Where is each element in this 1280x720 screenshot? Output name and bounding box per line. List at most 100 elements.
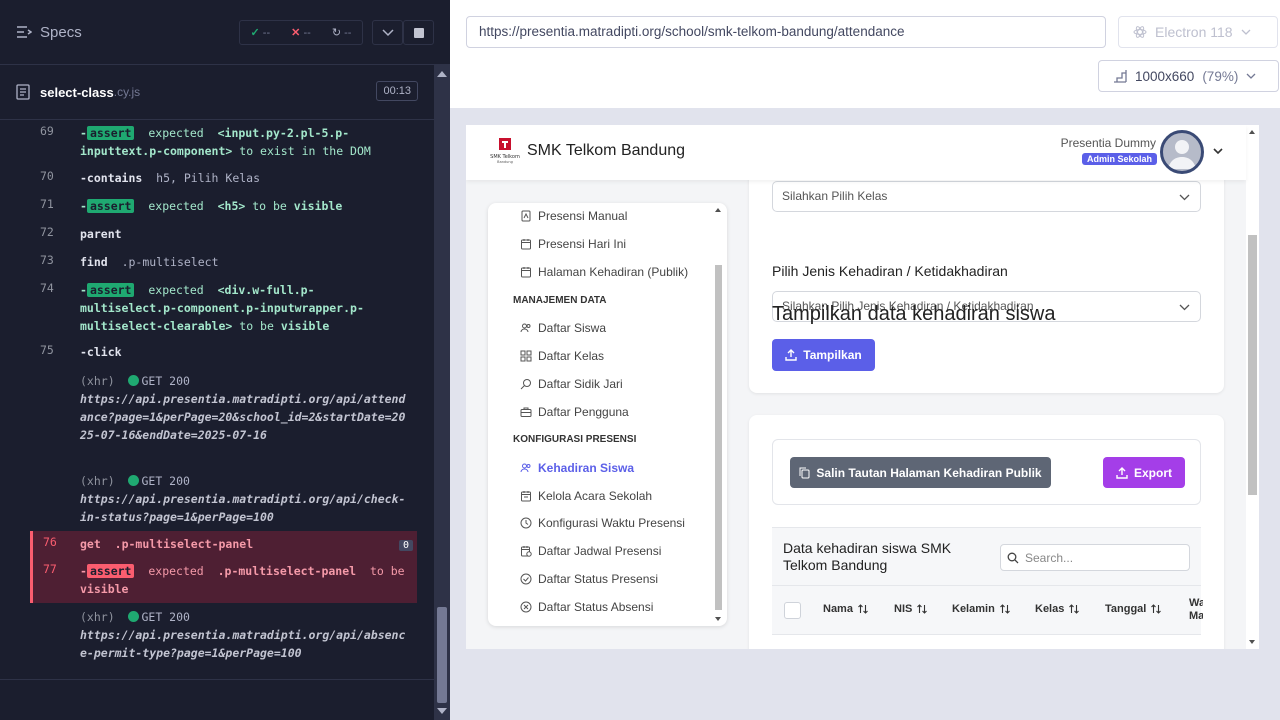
reporter-footer — [0, 679, 434, 720]
sort-icon — [858, 604, 868, 614]
pending-stat: ↻ -- — [331, 27, 352, 39]
attendance-table-card: Salin Tautan Halaman Kehadiran Publik Ex… — [749, 415, 1224, 649]
page-scrollbar[interactable] — [1246, 125, 1259, 649]
spec-name: select-class — [40, 84, 114, 100]
school-name: SMK Telkom Bandung — [527, 142, 686, 159]
search-input[interactable]: Search... — [1000, 544, 1190, 571]
command-row[interactable]: 76 get .p-multiselect-panel 0 — [33, 535, 417, 555]
command-row[interactable]: 74 - assert expected <div.w-full.p-multis… — [30, 281, 417, 337]
sidebar-item-daftar-status-absensi[interactable]: Daftar Status Absensi — [520, 600, 653, 614]
scroll-down-arrow[interactable] — [1249, 640, 1255, 644]
failed-command-group[interactable]: 76 get .p-multiselect-panel 0 77 - assert… — [30, 531, 417, 603]
svg-text:Bandung: Bandung — [497, 160, 513, 164]
sidebar-item-daftar-status-presensi[interactable]: Daftar Status Presensi — [520, 572, 658, 586]
calendar-icon — [521, 267, 531, 278]
sidebar-scrollbar[interactable] — [713, 203, 723, 626]
scroll-down-arrow[interactable] — [437, 708, 447, 714]
specs-button[interactable]: Specs — [16, 24, 82, 41]
specs-label: Specs — [40, 23, 82, 41]
sidebar-item-daftar-jadwal[interactable]: Daftar Jadwal Presensi — [520, 544, 661, 558]
sidebar-item-daftar-siswa[interactable]: Daftar Siswa — [520, 321, 606, 335]
sidebar-item-daftar-kelas[interactable]: Daftar Kelas — [520, 349, 604, 363]
command-row[interactable]: 71 - assert expected <h5> to be visible — [30, 197, 417, 217]
command-row[interactable]: 73 find .p-multiselect — [30, 253, 417, 273]
scroll-down-arrow[interactable] — [715, 617, 721, 621]
select-all-checkbox[interactable] — [784, 602, 801, 619]
reporter-scrollbar[interactable] — [434, 65, 450, 720]
chevron-down-icon[interactable] — [1212, 145, 1224, 157]
status-ok-icon — [128, 475, 140, 486]
xhr-row[interactable]: (xhr) GET 200 https://api.presentia.matra… — [30, 472, 417, 526]
sidebar-item-daftar-pengguna[interactable]: Daftar Pengguna — [520, 405, 629, 419]
scroll-up-arrow[interactable] — [437, 71, 447, 77]
scroll-thumb[interactable] — [1248, 235, 1257, 495]
column-tanggal[interactable]: Tanggal — [1105, 603, 1162, 615]
show-button[interactable]: Tampilkan — [772, 339, 875, 371]
column-waktu-masuk[interactable]: Wa Ma — [1189, 597, 1203, 623]
status-ok-icon — [128, 375, 140, 386]
cypress-reporter: Specs ✓ -- ✕ -- ↻ -- select-class .cy.js… — [0, 0, 450, 720]
spec-file-row[interactable]: select-class .cy.js 00:13 — [0, 65, 450, 120]
sidebar-item-kehadiran-siswa[interactable]: Kehadiran Siswa — [520, 461, 634, 475]
table-columns: Nama NIS Kelamin Kelas Tanggal Wa Ma — [772, 585, 1203, 635]
sidebar: Presensi Manual Presensi Hari Ini Halama… — [488, 203, 727, 626]
clock-icon — [520, 517, 532, 529]
toggle-auto-scroll-button[interactable] — [372, 20, 403, 45]
table-title: Data kehadiran siswa SMK Telkom Bandung — [783, 540, 952, 573]
role-badge: Admin Sekolah — [1081, 153, 1157, 165]
electron-icon — [1133, 26, 1147, 38]
scroll-up-arrow[interactable] — [715, 208, 721, 212]
attendance-type-label: Pilih Jenis Kehadiran / Ketidakhadiran — [772, 263, 1008, 279]
scroll-thumb[interactable] — [437, 607, 447, 703]
test-stats: ✓ -- ✕ -- ↻ -- — [239, 20, 363, 45]
browser-selector[interactable]: Electron 118 — [1118, 16, 1278, 48]
calendar-icon — [521, 491, 531, 502]
column-kelas[interactable]: Kelas — [1035, 603, 1080, 615]
app-under-test: SMK Telkom Bandung SMK Telkom Bandung Pr… — [466, 125, 1259, 649]
avatar[interactable] — [1160, 130, 1204, 174]
file-icon — [16, 84, 30, 100]
class-select[interactable]: Silahkan Pilih Kelas — [772, 181, 1201, 212]
calendar-icon — [521, 239, 531, 250]
command-row[interactable]: 72 parent — [30, 225, 417, 245]
column-nama[interactable]: Nama — [823, 603, 869, 615]
command-row[interactable]: 70 -contains h5, Pilih Kelas — [30, 169, 417, 189]
users-icon — [520, 463, 531, 473]
xhr-row[interactable]: (xhr) GET 200 https://api.presentia.matra… — [30, 372, 417, 462]
scroll-up-arrow[interactable] — [1249, 130, 1255, 134]
element-count-badge: 0 — [398, 540, 413, 551]
export-button[interactable]: Export — [1103, 457, 1185, 488]
specs-list-icon — [17, 26, 32, 38]
sidebar-item-halaman-kehadiran[interactable]: Halaman Kehadiran (Publik) — [520, 265, 688, 279]
column-kelamin[interactable]: Kelamin — [952, 603, 1011, 615]
sidebar-item-daftar-sidik-jari[interactable]: Daftar Sidik Jari — [520, 377, 623, 391]
aut-url[interactable]: https://presentia.matradipti.org/school/… — [466, 16, 1106, 48]
scroll-thumb[interactable] — [715, 265, 722, 610]
command-row[interactable]: 69 - assert expected <input.py-2.pl-5.p-i… — [30, 124, 417, 164]
assert-badge: assert — [86, 283, 135, 297]
upload-icon — [785, 349, 797, 361]
chevron-down-icon — [381, 28, 394, 36]
stop-button[interactable] — [403, 20, 434, 45]
column-nis[interactable]: NIS — [894, 603, 928, 615]
filter-card: Silahkan Pilih Kelas Pilih Jenis Kehadir… — [749, 165, 1224, 393]
users-icon — [520, 323, 531, 333]
command-row[interactable]: 77 - assert expected .p-multiselect-panel… — [33, 562, 417, 602]
sidebar-item-konfigurasi-waktu[interactable]: Konfigurasi Waktu Presensi — [520, 516, 685, 530]
file-icon — [521, 210, 531, 222]
calendar-clock-icon — [521, 546, 532, 557]
viewport-icon — [1114, 70, 1127, 83]
check-circle-icon — [520, 573, 532, 585]
copy-public-link-button[interactable]: Salin Tautan Halaman Kehadiran Publik — [790, 457, 1051, 488]
sidebar-item-presensi-manual[interactable]: Presensi Manual — [520, 209, 627, 223]
sort-icon — [917, 604, 928, 614]
assert-badge: assert — [86, 126, 135, 140]
sidebar-item-presensi-hari-ini[interactable]: Presensi Hari Ini — [520, 237, 626, 251]
sidebar-heading-manajemen: MANAJEMEN DATA — [513, 295, 607, 306]
viewport-info[interactable]: 1000x660 (79%) — [1098, 60, 1279, 92]
passed-stat: ✓ -- — [250, 27, 271, 39]
x-icon: ✕ — [291, 27, 301, 39]
xhr-row[interactable]: (xhr) GET 200 https://api.presentia.matra… — [30, 608, 417, 662]
sidebar-item-kelola-acara[interactable]: Kelola Acara Sekolah — [520, 489, 652, 503]
command-row[interactable]: 75 -click — [30, 343, 417, 363]
